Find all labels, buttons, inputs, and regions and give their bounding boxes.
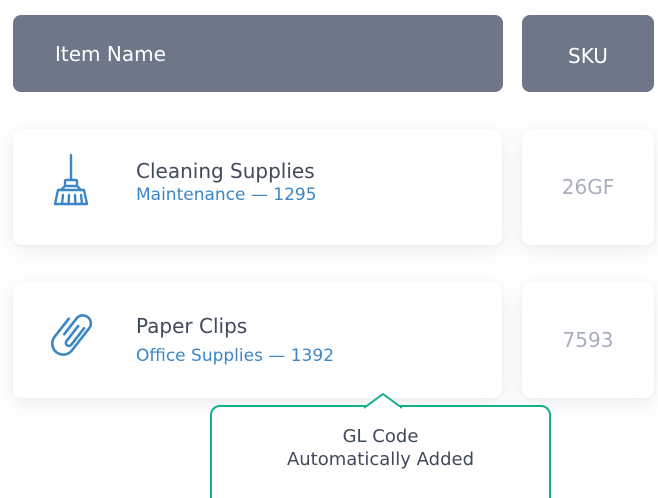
sku-value: 7593 bbox=[562, 328, 614, 352]
broom-icon bbox=[53, 153, 89, 206]
tooltip-message: Automatically Added bbox=[286, 449, 475, 470]
column-header-item-name[interactable]: Item Name bbox=[13, 15, 503, 92]
sku-value: 26GF bbox=[561, 175, 615, 199]
paperclip-icon bbox=[50, 314, 93, 356]
tooltip-pointer bbox=[364, 393, 402, 409]
item-title: Cleaning Supplies bbox=[136, 159, 315, 183]
item-table: Item Name SKU Cleaning Supplies Maintena… bbox=[0, 0, 658, 498]
item-gl-code: Office Supplies — 1392 bbox=[136, 346, 335, 366]
table-row-item[interactable]: Paper Clips Office Supplies — 1392 bbox=[13, 282, 502, 398]
table-row-sku[interactable]: 26GF bbox=[522, 129, 654, 245]
tooltip-title: GL Code bbox=[342, 426, 419, 447]
table-row-sku[interactable]: 7593 bbox=[522, 282, 654, 398]
column-header-item-name-label: Item Name bbox=[55, 41, 166, 66]
column-header-sku-label: SKU bbox=[568, 43, 608, 68]
column-header-sku[interactable]: SKU bbox=[522, 15, 654, 92]
item-gl-code: Maintenance — 1295 bbox=[136, 185, 317, 205]
gl-code-tooltip: GL Code Automatically Added bbox=[210, 405, 551, 498]
item-title: Paper Clips bbox=[136, 314, 248, 338]
table-row-item[interactable]: Cleaning Supplies Maintenance — 1295 bbox=[13, 129, 502, 245]
